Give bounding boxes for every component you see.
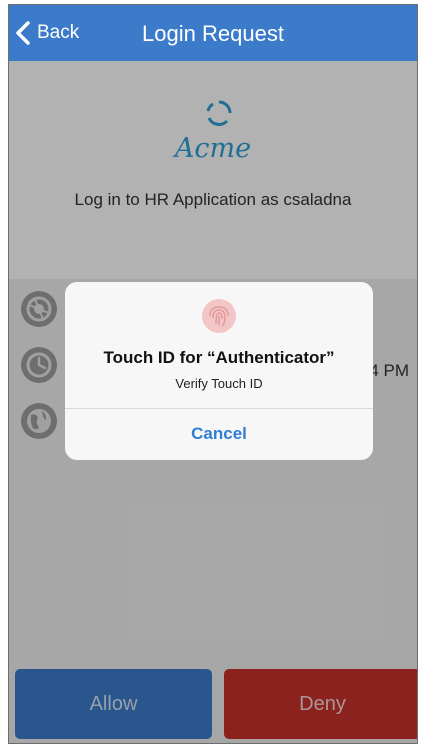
app-screen: Back Login Request Acme Log in to HR App… xyxy=(8,4,418,744)
page-title: Login Request xyxy=(142,21,284,46)
cancel-button[interactable]: Cancel xyxy=(65,408,373,460)
fingerprint-icon xyxy=(202,299,236,333)
alert-message: Verify Touch ID xyxy=(175,376,263,391)
nav-bar: Back Login Request xyxy=(9,5,417,61)
touch-id-alert: Touch ID for “Authenticator” Verify Touc… xyxy=(65,282,373,460)
alert-title: Touch ID for “Authenticator” xyxy=(103,348,335,367)
